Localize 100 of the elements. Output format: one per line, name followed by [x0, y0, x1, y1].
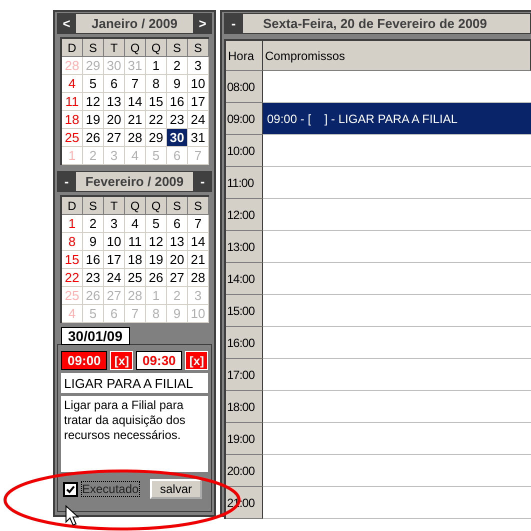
- day-cell[interactable]: 12: [83, 93, 104, 111]
- day-cell[interactable]: 23: [83, 269, 104, 287]
- hour-cell: 19:00: [226, 423, 263, 455]
- hour-cell: 08:00: [226, 71, 263, 103]
- day-cell[interactable]: 16: [167, 93, 188, 111]
- hour-cell: 13:00: [226, 231, 263, 263]
- day-cell[interactable]: 8: [62, 233, 83, 251]
- day-cell[interactable]: 18: [125, 251, 146, 269]
- day-cell[interactable]: 1: [146, 57, 167, 75]
- day-cell[interactable]: 20: [167, 251, 188, 269]
- column-header: Compromissos: [263, 41, 531, 71]
- day-cell[interactable]: 22: [62, 269, 83, 287]
- day-cell[interactable]: 14: [125, 93, 146, 111]
- day-cell[interactable]: 17: [104, 251, 125, 269]
- hour-cell: 17:00: [226, 359, 263, 391]
- day-cell[interactable]: 9: [83, 233, 104, 251]
- day-cell[interactable]: 22: [146, 111, 167, 129]
- day-cell[interactable]: 11: [125, 233, 146, 251]
- start-time-field[interactable]: 09:00: [61, 351, 108, 370]
- day-cell[interactable]: 31: [188, 129, 209, 147]
- day-cell[interactable]: 11: [62, 93, 83, 111]
- day-cell[interactable]: 1: [62, 215, 83, 233]
- day-cell[interactable]: 21: [125, 111, 146, 129]
- day-cell[interactable]: 9: [167, 75, 188, 93]
- weekday-header: T: [104, 197, 125, 215]
- day-cell[interactable]: 2: [83, 215, 104, 233]
- day-cell[interactable]: 6: [104, 75, 125, 93]
- day-cell[interactable]: 8: [146, 75, 167, 93]
- day-cell[interactable]: 3: [104, 215, 125, 233]
- day-cell[interactable]: 28: [125, 129, 146, 147]
- day-cell[interactable]: 16: [83, 251, 104, 269]
- hour-cell: 14:00: [226, 263, 263, 295]
- hour-cell: 11:00: [226, 167, 263, 199]
- day-cell[interactable]: 26: [146, 269, 167, 287]
- day-cell[interactable]: 5: [146, 215, 167, 233]
- day-cell[interactable]: 2: [167, 57, 188, 75]
- day-cell[interactable]: 27: [167, 269, 188, 287]
- day-cell[interactable]: 4: [62, 75, 83, 93]
- day-cell[interactable]: 26: [83, 129, 104, 147]
- day-cell[interactable]: 3: [188, 57, 209, 75]
- weekday-header: S: [188, 197, 209, 215]
- appointment-cell[interactable]: 09:00 - [ ] - LIGAR PARA A FILIAL: [263, 103, 531, 135]
- month-title: Fevereiro / 2009: [76, 172, 193, 191]
- day-cell[interactable]: 24: [104, 269, 125, 287]
- day-cell[interactable]: 6: [167, 215, 188, 233]
- weekday-header: T: [104, 39, 125, 57]
- day-cell[interactable]: 5: [83, 75, 104, 93]
- hour-cell: 09:00: [226, 103, 263, 135]
- date-tab[interactable]: 30/01/09: [61, 327, 130, 345]
- day-cell[interactable]: 14: [188, 233, 209, 251]
- day-cell[interactable]: 25: [125, 269, 146, 287]
- description-field[interactable]: Ligar para a Filial para tratar da aquisição dos recursos necessários.: [61, 396, 208, 472]
- weekday-header: Q: [146, 197, 167, 215]
- end-time-field[interactable]: 09:30: [136, 351, 182, 370]
- clear-button[interactable]: [x]: [185, 351, 208, 370]
- hour-cell: 10:00: [226, 135, 263, 167]
- day-cell[interactable]: 15: [146, 93, 167, 111]
- save-button[interactable]: salvar: [150, 479, 202, 499]
- hour-cell: 20:00: [226, 455, 263, 487]
- day-cell[interactable]: 10: [188, 75, 209, 93]
- day-cell[interactable]: 21: [188, 251, 209, 269]
- weekday-header: S: [188, 39, 209, 57]
- day-cell[interactable]: 10: [104, 233, 125, 251]
- weekday-header: S: [167, 39, 188, 57]
- check-icon: [66, 484, 75, 494]
- day-cell[interactable]: 12: [146, 233, 167, 251]
- day-cell[interactable]: 13: [167, 233, 188, 251]
- day-cell[interactable]: 27: [104, 129, 125, 147]
- day-cell[interactable]: 15: [62, 251, 83, 269]
- checkbox[interactable]: [63, 482, 78, 496]
- weekday-header: Q: [125, 39, 146, 57]
- day-cell[interactable]: 29: [146, 129, 167, 147]
- weekday-header: Q: [146, 39, 167, 57]
- hour-cell: 16:00: [226, 327, 263, 359]
- day-cell[interactable]: 17: [188, 93, 209, 111]
- day-cell[interactable]: 18: [62, 111, 83, 129]
- day-cell[interactable]: 7: [188, 215, 209, 233]
- clear-button[interactable]: [x]: [110, 351, 133, 370]
- hour-cell: 12:00: [226, 199, 263, 231]
- hour-cell: 15:00: [226, 295, 263, 327]
- day-cell[interactable]: 23: [167, 111, 188, 129]
- day-cell[interactable]: 24: [188, 111, 209, 129]
- cursor-icon: [66, 504, 80, 526]
- weekday-header: S: [167, 197, 188, 215]
- title-field[interactable]: LIGAR PARA A FILIAL: [61, 373, 208, 393]
- day-cell[interactable]: 19: [83, 111, 104, 129]
- day-cell[interactable]: 25: [62, 129, 83, 147]
- schedule-title: Sexta-Feira, 20 de Fevereiro de 2009: [243, 14, 530, 33]
- day-cell[interactable]: 20: [104, 111, 125, 129]
- checkbox-label[interactable]: Executado: [82, 482, 139, 496]
- day-cell[interactable]: 28: [188, 269, 209, 287]
- weekday-header: D: [62, 197, 83, 215]
- weekday-header: D: [62, 39, 83, 57]
- day-cell[interactable]: 7: [125, 75, 146, 93]
- day-cell[interactable]: 19: [146, 251, 167, 269]
- day-cell[interactable]: 13: [104, 93, 125, 111]
- day-cell[interactable]: 30: [167, 129, 188, 147]
- column-header: Hora: [226, 41, 263, 71]
- month-title: Janeiro / 2009: [76, 14, 193, 33]
- day-cell[interactable]: 4: [125, 215, 146, 233]
